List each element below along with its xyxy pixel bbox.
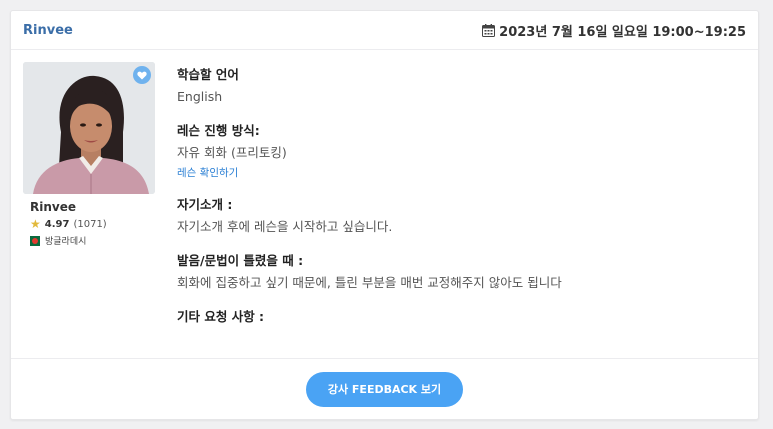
header-tutor-name[interactable]: Rinvee (23, 23, 73, 38)
correction-label: 발음/문법이 틀렸을 때 : (177, 253, 304, 268)
rating-score: 4.97 (44, 218, 70, 230)
lesson-check-link[interactable]: 레슨 확인하기 (177, 164, 747, 182)
method-value: 자유 회화 (프리토킹) (177, 145, 287, 160)
intro-section: 자기소개 : 자기소개 후에 레슨을 시작하고 싶습니다. (177, 194, 747, 238)
intro-value: 자기소개 후에 레슨을 시작하고 싶습니다. (177, 219, 393, 234)
correction-section: 발음/문법이 틀렸을 때 : 회화에 집중하고 싶기 때문에, 틀린 부분을 매… (177, 250, 747, 294)
country-name: 방글라데시 (45, 237, 87, 247)
language-value: English (177, 89, 223, 104)
favorite-heart-button[interactable] (133, 66, 151, 84)
tutor-country: 방글라데시 (30, 234, 107, 247)
lesson-schedule: 2023년 7월 16일 일요일 19:00~19:25 (482, 21, 746, 40)
schedule-text: 2023년 7월 16일 일요일 19:00~19:25 (499, 24, 746, 40)
correction-value: 회화에 집중하고 싶기 때문에, 틀린 부분을 매번 교정해주지 않아도 됩니다 (177, 275, 562, 290)
star-icon: ★ (30, 217, 41, 231)
tutor-rating: ★ 4.97 (1071) (30, 218, 107, 230)
calendar-icon (482, 23, 496, 37)
language-section: 학습할 언어 English (177, 64, 747, 108)
card-body: Rinvee ★ 4.97 (1071) 방글라데시 학습할 언어 Englis… (11, 50, 758, 358)
lesson-card: Rinvee 2023년 7월 16일 일요일 19:00~19:25 Rinv… (10, 10, 759, 420)
tutor-feedback-button[interactable]: 강사 FEEDBACK 보기 (306, 371, 463, 407)
card-header: Rinvee 2023년 7월 16일 일요일 19:00~19:25 (11, 11, 758, 50)
intro-label: 자기소개 : (177, 197, 233, 212)
method-section: 레슨 진행 방식: 자유 회화 (프리토킹) 레슨 확인하기 (177, 120, 747, 182)
heart-icon (137, 71, 147, 79)
language-label: 학습할 언어 (177, 67, 239, 82)
tutor-meta: Rinvee ★ 4.97 (1071) 방글라데시 (30, 200, 107, 247)
other-request-label: 기타 요청 사항 : (177, 309, 265, 324)
method-label: 레슨 진행 방식: (177, 123, 260, 138)
other-request-section: 기타 요청 사항 : (177, 306, 747, 328)
tutor-photo[interactable] (23, 62, 155, 194)
lesson-details: 학습할 언어 English 레슨 진행 방식: 자유 회화 (프리토킹) 레슨… (177, 64, 747, 328)
rating-count: (1071) (73, 218, 107, 230)
card-footer: 강사 FEEDBACK 보기 (11, 358, 758, 419)
bangladesh-flag-icon (30, 235, 40, 246)
tutor-name[interactable]: Rinvee (30, 200, 107, 214)
